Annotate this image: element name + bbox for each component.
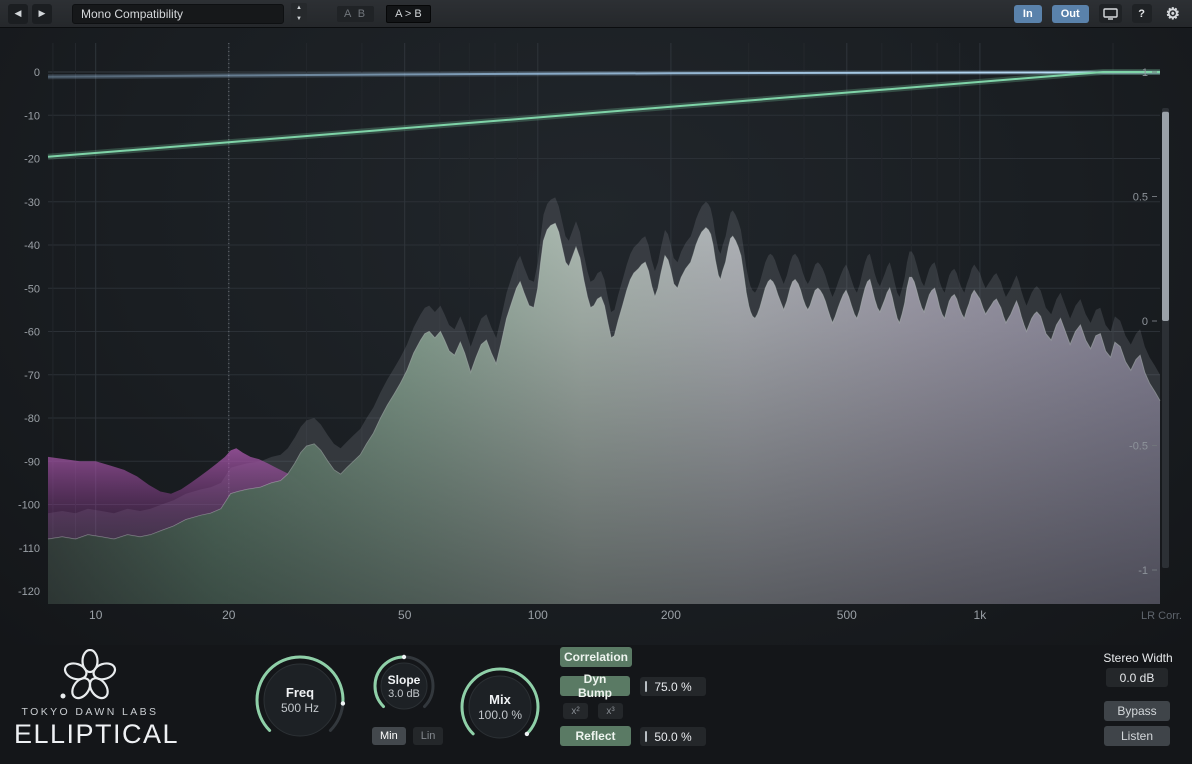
in-button[interactable]: In xyxy=(1014,5,1042,23)
axis-tick-label: -20 xyxy=(24,154,40,166)
help-button[interactable]: ? xyxy=(1132,4,1152,23)
axis-tick-label: 100 xyxy=(528,608,548,622)
axis-tick-label: 50 xyxy=(398,608,412,622)
slope-knob[interactable]: Slope 3.0 dB xyxy=(370,652,438,720)
knob-position-dot xyxy=(402,655,406,659)
preset-stepper[interactable]: ▲ ▼ xyxy=(291,3,307,25)
dyn-bump-button[interactable]: Dyn Bump xyxy=(560,676,630,696)
correlation-meter-value xyxy=(1162,112,1169,321)
knob-position-dot xyxy=(341,701,345,705)
next-preset-button[interactable]: ▶ xyxy=(32,4,52,24)
control-panel: TOKYO DAWN LABS ELLIPTICAL Freq 500 Hz xyxy=(0,645,1192,764)
out-button[interactable]: Out xyxy=(1052,5,1089,23)
knob-position-dot xyxy=(525,732,529,736)
display-options-button[interactable] xyxy=(1099,4,1122,23)
gear-icon: ⚙ xyxy=(1166,4,1180,24)
toolbar: ◀ ▶ Mono Compatibility ▲ ▼ A B A > B In … xyxy=(0,0,1192,28)
arrow-right-icon: ▶ xyxy=(39,8,46,19)
stepper-up-icon[interactable]: ▲ xyxy=(291,3,307,14)
axis-tick-label: -30 xyxy=(24,197,40,209)
reflect-button[interactable]: Reflect xyxy=(560,726,631,746)
prev-preset-button[interactable]: ◀ xyxy=(8,4,28,24)
ab-toggle[interactable]: A B xyxy=(337,6,374,22)
spectrum-plot: 0-10-20-30-40-50-60-70-80-90-100-110-120… xyxy=(0,28,1192,645)
slope-mode-buttons: Min Lin xyxy=(372,727,443,745)
a-to-b-button[interactable]: A > B xyxy=(386,5,431,23)
preset-selector[interactable]: Mono Compatibility xyxy=(72,4,284,24)
axis-tick-label: 200 xyxy=(661,608,681,622)
dyn-bump-amount-field[interactable]: 75.0 % xyxy=(640,677,706,696)
axis-tick-label: -120 xyxy=(18,586,40,598)
listen-button[interactable]: Listen xyxy=(1104,726,1170,746)
axis-tick-label: -100 xyxy=(18,500,40,512)
slope-min-button[interactable]: Min xyxy=(372,727,406,745)
mix-knob[interactable]: Mix 100.0 % xyxy=(457,664,543,750)
spectrum-analyzer: 0-10-20-30-40-50-60-70-80-90-100-110-120… xyxy=(0,28,1192,645)
x-cubed-button[interactable]: x³ xyxy=(598,703,623,719)
reflect-amount-field[interactable]: 50.0 % xyxy=(640,727,706,746)
correlation-button[interactable]: Correlation xyxy=(560,647,632,667)
bypass-button[interactable]: Bypass xyxy=(1104,701,1170,721)
axis-tick-label: -40 xyxy=(24,240,40,252)
x-squared-button[interactable]: x² xyxy=(563,703,588,719)
axis-tick-label: -90 xyxy=(24,456,40,468)
brand-logo: TOKYO DAWN LABS ELLIPTICAL xyxy=(14,649,166,750)
plugin-window: ◀ ▶ Mono Compatibility ▲ ▼ A B A > B In … xyxy=(0,0,1192,764)
axis-tick-label: 1 xyxy=(1142,67,1148,79)
axis-tick-label: 0 xyxy=(1142,316,1148,328)
settings-gear-button[interactable]: ⚙ xyxy=(1162,4,1184,23)
axis-tick-label: -80 xyxy=(24,413,40,425)
axis-tick-label: -10 xyxy=(24,110,40,122)
brand-product: ELLIPTICAL xyxy=(14,719,166,750)
stereo-width-label: Stereo Width xyxy=(1086,651,1190,665)
axis-tick-label: 20 xyxy=(222,608,236,622)
stereo-width-field[interactable]: 0.0 dB xyxy=(1106,668,1168,687)
axis-tick-label: 1k xyxy=(974,608,988,622)
preset-name: Mono Compatibility xyxy=(81,7,183,21)
freq-knob[interactable]: Freq 500 Hz xyxy=(252,652,348,748)
axis-tick-label: -110 xyxy=(19,543,40,555)
axis-tick-label: 0.5 xyxy=(1133,192,1148,204)
axis-tick-label: -1 xyxy=(1138,565,1148,577)
monitor-icon xyxy=(1103,8,1118,20)
axis-tick-label: -0.5 xyxy=(1129,441,1148,453)
flower-icon xyxy=(54,649,126,703)
slope-lin-button[interactable]: Lin xyxy=(413,727,444,745)
axis-tick-label: 10 xyxy=(89,608,103,622)
lr-corr-axis-label: LR Corr. xyxy=(1141,610,1182,622)
stepper-down-icon[interactable]: ▼ xyxy=(291,14,307,25)
axis-tick-label: -70 xyxy=(24,370,40,382)
axis-tick-label: 500 xyxy=(837,608,857,622)
arrow-left-icon: ◀ xyxy=(15,8,22,19)
axis-tick-label: 0 xyxy=(34,67,40,79)
brand-company: TOKYO DAWN LABS xyxy=(14,706,166,718)
axis-tick-label: -50 xyxy=(24,283,40,295)
axis-tick-label: -60 xyxy=(24,327,40,339)
